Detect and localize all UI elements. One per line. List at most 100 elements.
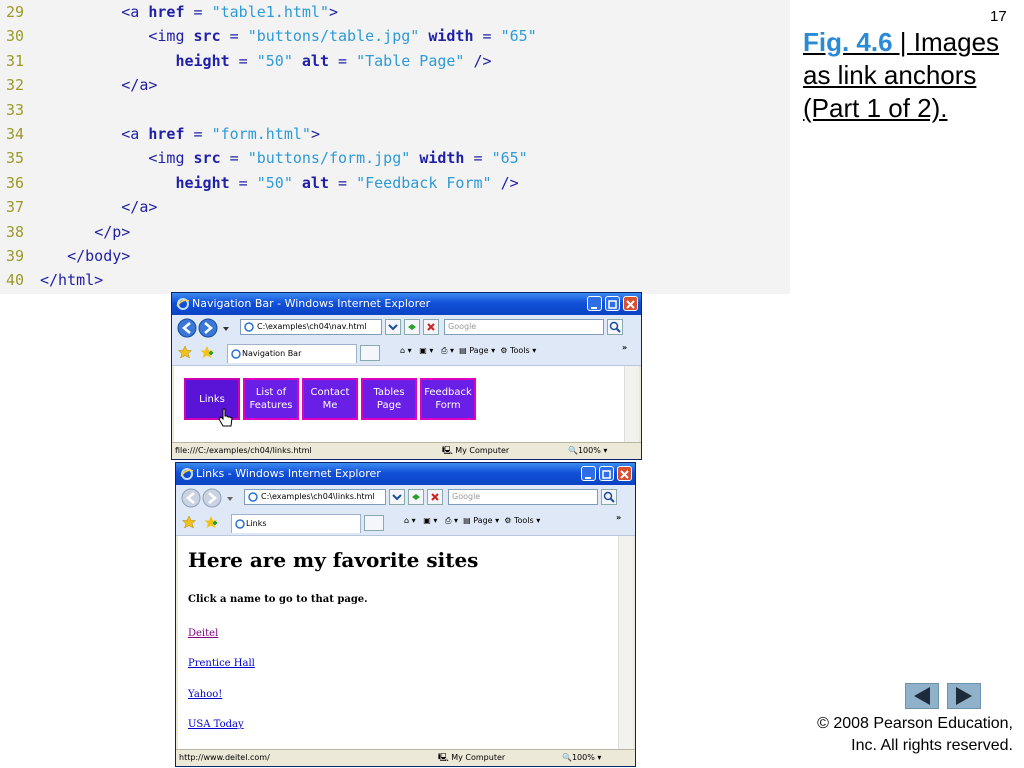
code-token: = xyxy=(229,51,257,70)
maximize-button[interactable] xyxy=(605,296,620,311)
address-text: C:\examples\ch04\nav.html xyxy=(257,322,367,331)
address-bar[interactable]: C:\examples\ch04\links.html xyxy=(244,489,386,505)
page-menu[interactable]: ▤ Page ▾ xyxy=(463,516,499,525)
close-button[interactable] xyxy=(623,296,638,311)
minimize-icon xyxy=(591,307,597,309)
security-zone: 🖳 My Computer xyxy=(438,750,505,765)
vertical-scrollbar[interactable] xyxy=(618,536,633,750)
print-icon[interactable]: ⎙ ▾ xyxy=(441,346,454,355)
search-button[interactable] xyxy=(607,319,623,335)
link-prentice-hall[interactable]: Prentice Hall xyxy=(188,658,255,669)
prev-slide-icon xyxy=(914,687,930,705)
address-text: C:\examples\ch04\links.html xyxy=(261,492,375,501)
code-token: = xyxy=(473,27,501,46)
chevron-right-icon[interactable]: » xyxy=(616,513,621,522)
print-icon[interactable]: ⎙ ▾ xyxy=(445,516,458,525)
search-input[interactable]: Google xyxy=(448,489,598,505)
ie-icon xyxy=(244,322,254,332)
code-token: = xyxy=(184,125,212,143)
window-title: Navigation Bar - Windows Internet Explor… xyxy=(192,297,431,310)
page-icon: ▤ xyxy=(459,346,467,355)
stop-button[interactable] xyxy=(427,489,443,505)
search-button[interactable] xyxy=(601,489,617,505)
zoom-level[interactable]: 🔍100% ▾ xyxy=(562,750,601,765)
line-number: 32 xyxy=(6,76,25,95)
line-number: 30 xyxy=(6,27,25,46)
feeds-icon[interactable]: ▣ ▾ xyxy=(419,346,433,355)
figure-label[interactable]: Fig. 4.6 xyxy=(803,27,893,57)
prev-slide-button[interactable] xyxy=(905,683,939,709)
zoom-label: 100% xyxy=(577,446,601,455)
back-icon[interactable] xyxy=(181,488,201,508)
code-token: = xyxy=(220,149,248,168)
new-tab-button[interactable] xyxy=(360,345,380,361)
line-number: 38 xyxy=(6,222,25,241)
navigation-bar-window: Navigation Bar - Windows Internet Explor… xyxy=(171,292,642,460)
code-line: 39 </body> xyxy=(0,244,130,268)
stop-icon xyxy=(427,323,435,331)
nav-button-features[interactable]: List of Features xyxy=(243,378,299,420)
page-heading: Here are my favorite sites xyxy=(188,548,479,572)
link-deitel[interactable]: Deitel xyxy=(188,628,218,639)
stop-button[interactable] xyxy=(423,319,439,335)
status-url: http://www.deitel.com/ xyxy=(179,753,270,762)
close-button[interactable] xyxy=(617,466,632,481)
tools-menu-label: Tools xyxy=(509,346,530,355)
home-icon[interactable]: ⌂ ▾ xyxy=(404,516,416,525)
add-favorites-icon[interactable] xyxy=(200,345,214,359)
line-number: 37 xyxy=(6,198,25,217)
tab-links[interactable]: Links xyxy=(231,514,361,533)
home-icon[interactable]: ⌂ ▾ xyxy=(400,346,412,355)
favorites-star-icon[interactable] xyxy=(178,345,192,359)
close-icon xyxy=(626,300,635,309)
forward-icon[interactable] xyxy=(202,488,222,508)
title-bar[interactable]: Links - Windows Internet Explorer xyxy=(176,463,635,485)
tools-menu[interactable]: ⚙ Tools ▾ xyxy=(504,516,540,525)
nav-button-tables[interactable]: Tables Page xyxy=(361,378,417,420)
refresh-button[interactable] xyxy=(408,489,424,505)
computer-icon: 🖳 xyxy=(442,446,453,455)
code-token: = xyxy=(329,173,357,192)
address-dropdown[interactable] xyxy=(385,319,401,335)
new-tab-button[interactable] xyxy=(364,515,384,531)
link-yahoo[interactable]: Yahoo! xyxy=(188,689,222,700)
tools-menu[interactable]: ⚙ Tools ▾ xyxy=(500,346,536,355)
code-token: </a> xyxy=(121,198,158,217)
title-bar[interactable]: Navigation Bar - Windows Internet Explor… xyxy=(172,293,641,315)
next-slide-button[interactable] xyxy=(947,683,981,709)
refresh-button[interactable] xyxy=(404,319,420,335)
vertical-scrollbar[interactable] xyxy=(624,366,639,443)
address-bar[interactable]: C:\examples\ch04\nav.html xyxy=(240,319,382,335)
code-line: 30 <img src = "buttons/table.jpg" width … xyxy=(0,24,537,48)
ie-icon xyxy=(231,349,241,359)
link-usa-today[interactable]: USA Today xyxy=(188,719,244,730)
favorites-star-icon[interactable] xyxy=(182,515,196,529)
page-menu[interactable]: ▤ Page ▾ xyxy=(459,346,495,355)
code-token: <img xyxy=(148,27,194,46)
add-favorites-icon[interactable] xyxy=(204,515,218,529)
links-window: Links - Windows Internet Explorer C:\exa… xyxy=(175,462,636,767)
address-dropdown[interactable] xyxy=(389,489,405,505)
forward-icon[interactable] xyxy=(198,318,218,338)
minimize-button[interactable] xyxy=(587,296,602,311)
nav-button-feedback[interactable]: Feedback Form xyxy=(420,378,476,420)
search-input[interactable]: Google xyxy=(444,319,604,335)
code-token: > xyxy=(329,3,339,21)
minimize-button[interactable] xyxy=(581,466,596,481)
chevron-right-icon[interactable]: » xyxy=(622,343,627,352)
back-icon[interactable] xyxy=(177,318,197,338)
zoom-level[interactable]: 🔍100% ▾ xyxy=(568,443,607,458)
code-line: 36 height = "50" alt = "Feedback Form" /… xyxy=(0,171,519,195)
code-token: href xyxy=(148,125,185,143)
tab-label: Navigation Bar xyxy=(242,349,302,358)
maximize-button[interactable] xyxy=(599,466,614,481)
feeds-icon[interactable]: ▣ ▾ xyxy=(423,516,437,525)
tab-navigation-bar[interactable]: Navigation Bar xyxy=(227,344,357,363)
nav-button-contact[interactable]: Contact Me xyxy=(302,378,358,420)
minimize-icon xyxy=(585,477,591,479)
zone-label: My Computer xyxy=(455,446,510,455)
